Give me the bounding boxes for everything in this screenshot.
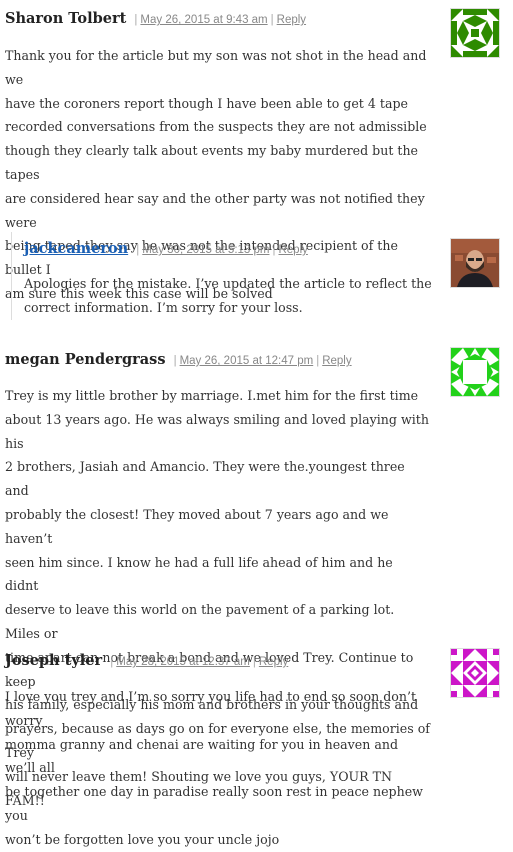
comment-line: are considered hear say and the other pa…: [5, 190, 425, 230]
reply-indent-rule: [11, 232, 12, 320]
comment-line: have the coroners report though I have b…: [5, 95, 408, 111]
comment-line: deserve to leave this world on the pavem…: [5, 602, 395, 641]
reply-link[interactable]: Reply: [278, 244, 307, 256]
comment-line: Thank you for the article but my son was…: [5, 48, 427, 87]
comment-author: megan Pendergrass: [5, 351, 166, 368]
comment-author: Sharon Tolbert: [5, 10, 127, 27]
comment-body: Apologies for the mistake. I’ve updated …: [24, 272, 434, 320]
identicon-green-quilt-icon: [451, 9, 499, 57]
comment-line: I love you trey and I’m so sorry you lif…: [5, 689, 417, 728]
avatar: [450, 238, 500, 288]
comment-body: I love you trey and I’m so sorry you lif…: [5, 685, 430, 852]
comment-body: Thank you for the article but my son was…: [5, 44, 430, 306]
comment-meta: Joseph tyler | May 28, 2015 at 12:37 am | R…: [5, 652, 289, 669]
comment-line: correct information. I’m sorry for your …: [24, 299, 303, 315]
identicon-bright-green-icon: [451, 348, 499, 396]
comment-meta: Sharon Tolbert | May 26, 2015 at 9:43 am |…: [5, 10, 307, 27]
comment-line: seen him since. I know he had a full lif…: [5, 554, 393, 594]
avatar: [450, 648, 500, 698]
comment-line: recorded conversations from the suspects…: [5, 119, 427, 135]
comment-line: momma granny and chenai are waiting for …: [5, 736, 399, 776]
identicon-magenta-icon: [451, 649, 499, 697]
comment-line: Trey is my little brother by marriage. I…: [5, 388, 419, 403]
avatar: [450, 347, 500, 397]
comment-line: about 13 years ago. He was always smilin…: [5, 411, 429, 451]
comment-author: Joseph tyler: [5, 652, 103, 669]
comment-date-link[interactable]: May 30, 2015 at 5:13 pm: [142, 244, 269, 256]
comment-meta: jackcameron | May 30, 2015 at 5:13 pm | Rep…: [24, 240, 308, 257]
profile-photo-icon: [451, 239, 499, 287]
avatar: [450, 8, 500, 58]
comment-line: Apologies for the mistake. I’ve updated …: [24, 276, 432, 291]
comment-meta: megan Pendergrass | May 26, 2015 at 12:47…: [5, 351, 352, 368]
comment-date-link[interactable]: May 26, 2015 at 12:47 pm: [180, 355, 314, 367]
comment-date-link[interactable]: May 26, 2015 at 9:43 am: [140, 14, 267, 26]
comment-line: be together one day in paradise really s…: [5, 784, 423, 823]
comment-date-link[interactable]: May 28, 2015 at 12:37 am: [116, 656, 250, 668]
comment-author-link[interactable]: jackcameron: [24, 240, 128, 257]
comment-line: though they clearly talk about events my…: [5, 143, 419, 182]
comment-line: 2 brothers, Jasiah and Amancio. They wer…: [5, 459, 405, 499]
reply-link[interactable]: Reply: [259, 656, 288, 668]
reply-link[interactable]: Reply: [322, 355, 351, 367]
reply-link[interactable]: Reply: [277, 14, 306, 26]
comment-line: won’t be forgotten love you your uncle j…: [5, 831, 280, 847]
comment-line: probably the closest! They moved about 7…: [5, 506, 389, 546]
